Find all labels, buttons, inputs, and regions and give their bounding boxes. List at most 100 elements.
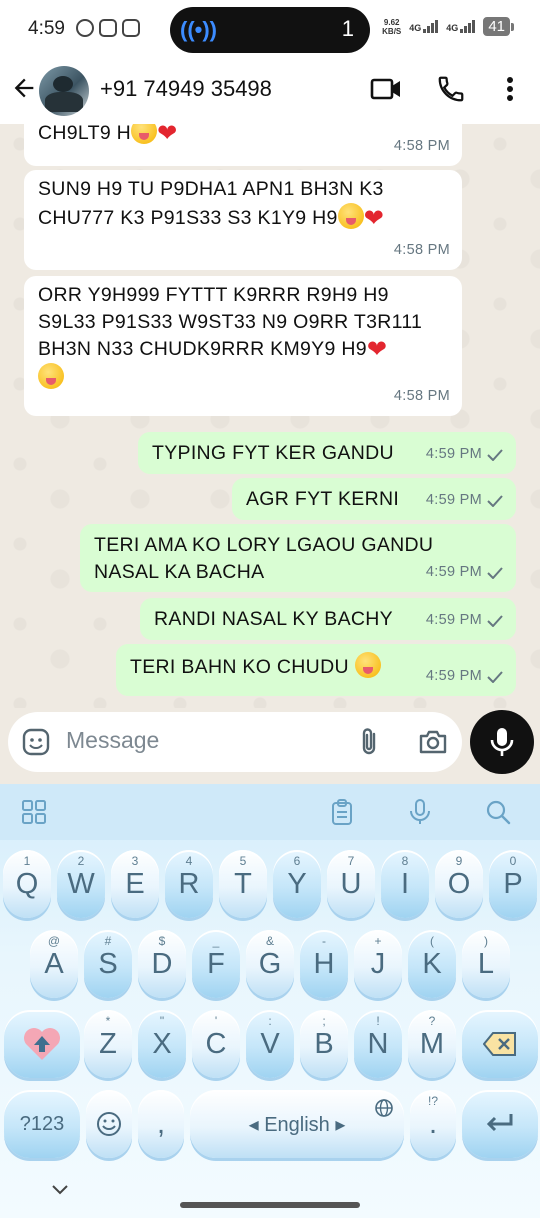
gesture-handle[interactable] <box>180 1202 360 1208</box>
key-label: A <box>44 947 64 980</box>
key-q[interactable]: 1Q <box>3 850 51 918</box>
key-b[interactable]: ; B <box>300 1010 348 1078</box>
key-hint: 1 <box>23 854 31 868</box>
key-t[interactable]: 5T <box>219 850 267 918</box>
avatar[interactable] <box>39 66 89 116</box>
key-u[interactable]: 7U <box>327 850 375 918</box>
key-v[interactable]: :V <box>246 1010 294 1078</box>
key-hint: 2 <box>77 854 85 868</box>
tongue-emoji-icon <box>38 363 64 389</box>
message-time: 4:59 PM <box>425 612 482 628</box>
key-p[interactable]: 0P <box>489 850 537 918</box>
speed-value: 9.62 <box>383 17 400 27</box>
dynamic-island[interactable]: ((•)) 1 <box>170 7 370 53</box>
signal-2: 4G <box>446 20 476 33</box>
key-label: U <box>340 867 362 900</box>
key-hint: 4 <box>185 854 193 868</box>
key-h[interactable]: -H <box>300 930 348 998</box>
back-arrow-icon[interactable] <box>10 74 38 102</box>
search-icon[interactable] <box>484 798 512 826</box>
voice-call-icon[interactable] <box>436 74 466 104</box>
message-text: CH9LT9 H <box>38 124 132 144</box>
key-label: X <box>152 1027 172 1060</box>
status-right: 9.62 KB/S 4G 4G 41 <box>382 17 514 36</box>
key-l[interactable]: ) L <box>462 930 510 998</box>
camera-icon[interactable] <box>418 728 448 756</box>
key-f[interactable]: _ F <box>192 930 240 998</box>
keyboard-hide-chevron-icon[interactable] <box>50 1182 70 1196</box>
clipboard-icon[interactable] <box>328 798 356 826</box>
key-hint: ! <box>376 1014 380 1028</box>
key-x[interactable]: " X <box>138 1010 186 1078</box>
message-bubble-incoming[interactable]: ORR Y9H999 FYTTT K9RRR R9H9 H9 S9L33 P91… <box>24 276 462 416</box>
message-text: TERI BAHN KO CHUDU <box>130 656 349 678</box>
message-bubble-incoming[interactable]: SUN9 H9 TU P9DHA1 APN1 BH3N K3 CHU777 K3… <box>24 170 462 270</box>
voice-input-icon[interactable] <box>406 798 434 826</box>
message-bubble-outgoing[interactable]: AGR FYT KERNI 4:59 PM <box>232 478 516 520</box>
message-bubble-outgoing[interactable]: TERI BAHN KO CHUDU 4:59 PM <box>116 644 516 696</box>
key-label: Y <box>287 867 307 900</box>
key-hint: & <box>265 934 274 948</box>
message-input[interactable]: Message <box>66 727 159 754</box>
chat-area[interactable]: CH9LT9 H ❤ 4:58 PM SUN9 H9 TU P9DHA1 APN1… <box>0 124 540 708</box>
key-k[interactable]: (K <box>408 930 456 998</box>
key-label: C <box>205 1027 227 1060</box>
key-r[interactable]: 4R <box>165 850 213 918</box>
apps-grid-icon[interactable] <box>20 798 48 826</box>
key-m[interactable]: ? M <box>408 1010 456 1078</box>
key-hint: _ <box>212 934 220 948</box>
key-hint: + <box>374 934 382 948</box>
key-n[interactable]: ! N <box>354 1010 402 1078</box>
key-label: J <box>370 947 386 980</box>
key-s[interactable]: # S <box>84 930 132 998</box>
message-bubble-outgoing[interactable]: RANDI NASAL KY BACHY 4:59 PM <box>140 598 516 640</box>
signal-bars-icon <box>423 20 439 33</box>
message-bubble-incoming[interactable]: CH9LT9 H ❤ 4:58 PM <box>24 124 462 166</box>
network-speed: 9.62 KB/S <box>382 18 401 36</box>
key-a[interactable]: @ A <box>30 930 78 998</box>
key-hint: $ <box>158 934 166 948</box>
more-vert-icon[interactable] <box>500 74 520 104</box>
whatsapp-notification-icon <box>76 19 94 37</box>
emoji-smile-icon <box>97 1112 121 1136</box>
app-notification-icon <box>122 19 140 37</box>
shift-key[interactable] <box>4 1010 80 1078</box>
key-y[interactable]: 6Y <box>273 850 321 918</box>
tongue-emoji-icon <box>131 124 158 144</box>
key-label: Z <box>99 1027 117 1060</box>
key-d[interactable]: $ D <box>138 930 186 998</box>
key-label: M <box>419 1027 445 1060</box>
chat-header: +91 74949 35498 <box>0 58 540 124</box>
island-count: 1 <box>341 16 354 41</box>
key-hint: ; <box>322 1014 326 1028</box>
key-hint: 5 <box>239 854 247 868</box>
message-time: 4:59 PM <box>425 668 482 684</box>
video-call-icon[interactable] <box>370 76 402 102</box>
message-time: 4:58 PM <box>393 242 450 258</box>
backspace-key[interactable] <box>462 1010 538 1078</box>
message-bubble-outgoing[interactable]: TERI AMA KO LORY LGAOU GANDU NASAL KA BA… <box>80 524 516 592</box>
sticker-icon[interactable] <box>22 728 50 756</box>
voice-message-button[interactable] <box>470 710 534 774</box>
sent-check-icon <box>487 448 503 461</box>
key-g[interactable]: & G <box>246 930 294 998</box>
key-j[interactable]: + J <box>354 930 402 998</box>
message-composer[interactable]: Message <box>8 712 462 772</box>
globe-icon <box>375 1099 393 1117</box>
attach-icon[interactable] <box>358 726 382 758</box>
tongue-emoji-icon <box>337 203 364 229</box>
key-label: V <box>260 1027 280 1060</box>
key-o[interactable]: 9O <box>435 850 483 918</box>
key-c[interactable]: ' C <box>192 1010 240 1078</box>
key-e[interactable]: 3E <box>111 850 159 918</box>
key-label: G <box>258 947 282 980</box>
network-type-1: 4G <box>409 23 422 33</box>
message-bubble-outgoing[interactable]: TYPING FYT KER GANDU 4:59 PM <box>138 432 516 474</box>
sent-check-icon <box>487 670 503 683</box>
contact-name[interactable]: +91 74949 35498 <box>100 76 272 102</box>
message-meta: 4:58 PM <box>394 133 450 160</box>
key-i[interactable]: 8I <box>381 850 429 918</box>
key-w[interactable]: 2W <box>57 850 105 918</box>
key-z[interactable]: * Z <box>84 1010 132 1078</box>
message-time: 4:59 PM <box>425 492 482 508</box>
